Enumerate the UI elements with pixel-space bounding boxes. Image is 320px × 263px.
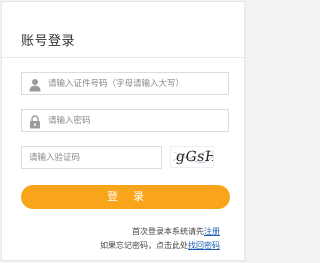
lock-icon <box>29 114 41 129</box>
register-line: 首次登录本系统请先注册 <box>132 226 220 237</box>
forgot-prefix: 如果忘记密码，点击此处 <box>100 241 188 250</box>
id-number-input[interactable] <box>48 73 223 94</box>
captcha-input[interactable] <box>29 147 157 168</box>
forgot-password-link[interactable]: 找回密码 <box>188 241 220 250</box>
title-divider <box>2 57 244 58</box>
login-panel: 账号登录 gGsH 登 录 首次登录本系统请 <box>1 1 245 261</box>
register-link[interactable]: 注册 <box>204 227 220 236</box>
password-field[interactable] <box>21 109 229 132</box>
login-title: 账号登录 <box>21 34 76 49</box>
password-input[interactable] <box>48 110 223 131</box>
register-prefix: 首次登录本系统请先 <box>132 227 204 236</box>
captcha-field[interactable] <box>21 146 162 169</box>
id-number-field[interactable] <box>21 72 229 95</box>
user-icon <box>29 77 41 92</box>
captcha-text: gGsH <box>174 149 214 165</box>
forgot-password-line: 如果忘记密码，点击此处找回密码 <box>100 240 220 251</box>
captcha-image[interactable]: gGsH <box>170 146 214 168</box>
login-button[interactable]: 登 录 <box>21 185 230 209</box>
